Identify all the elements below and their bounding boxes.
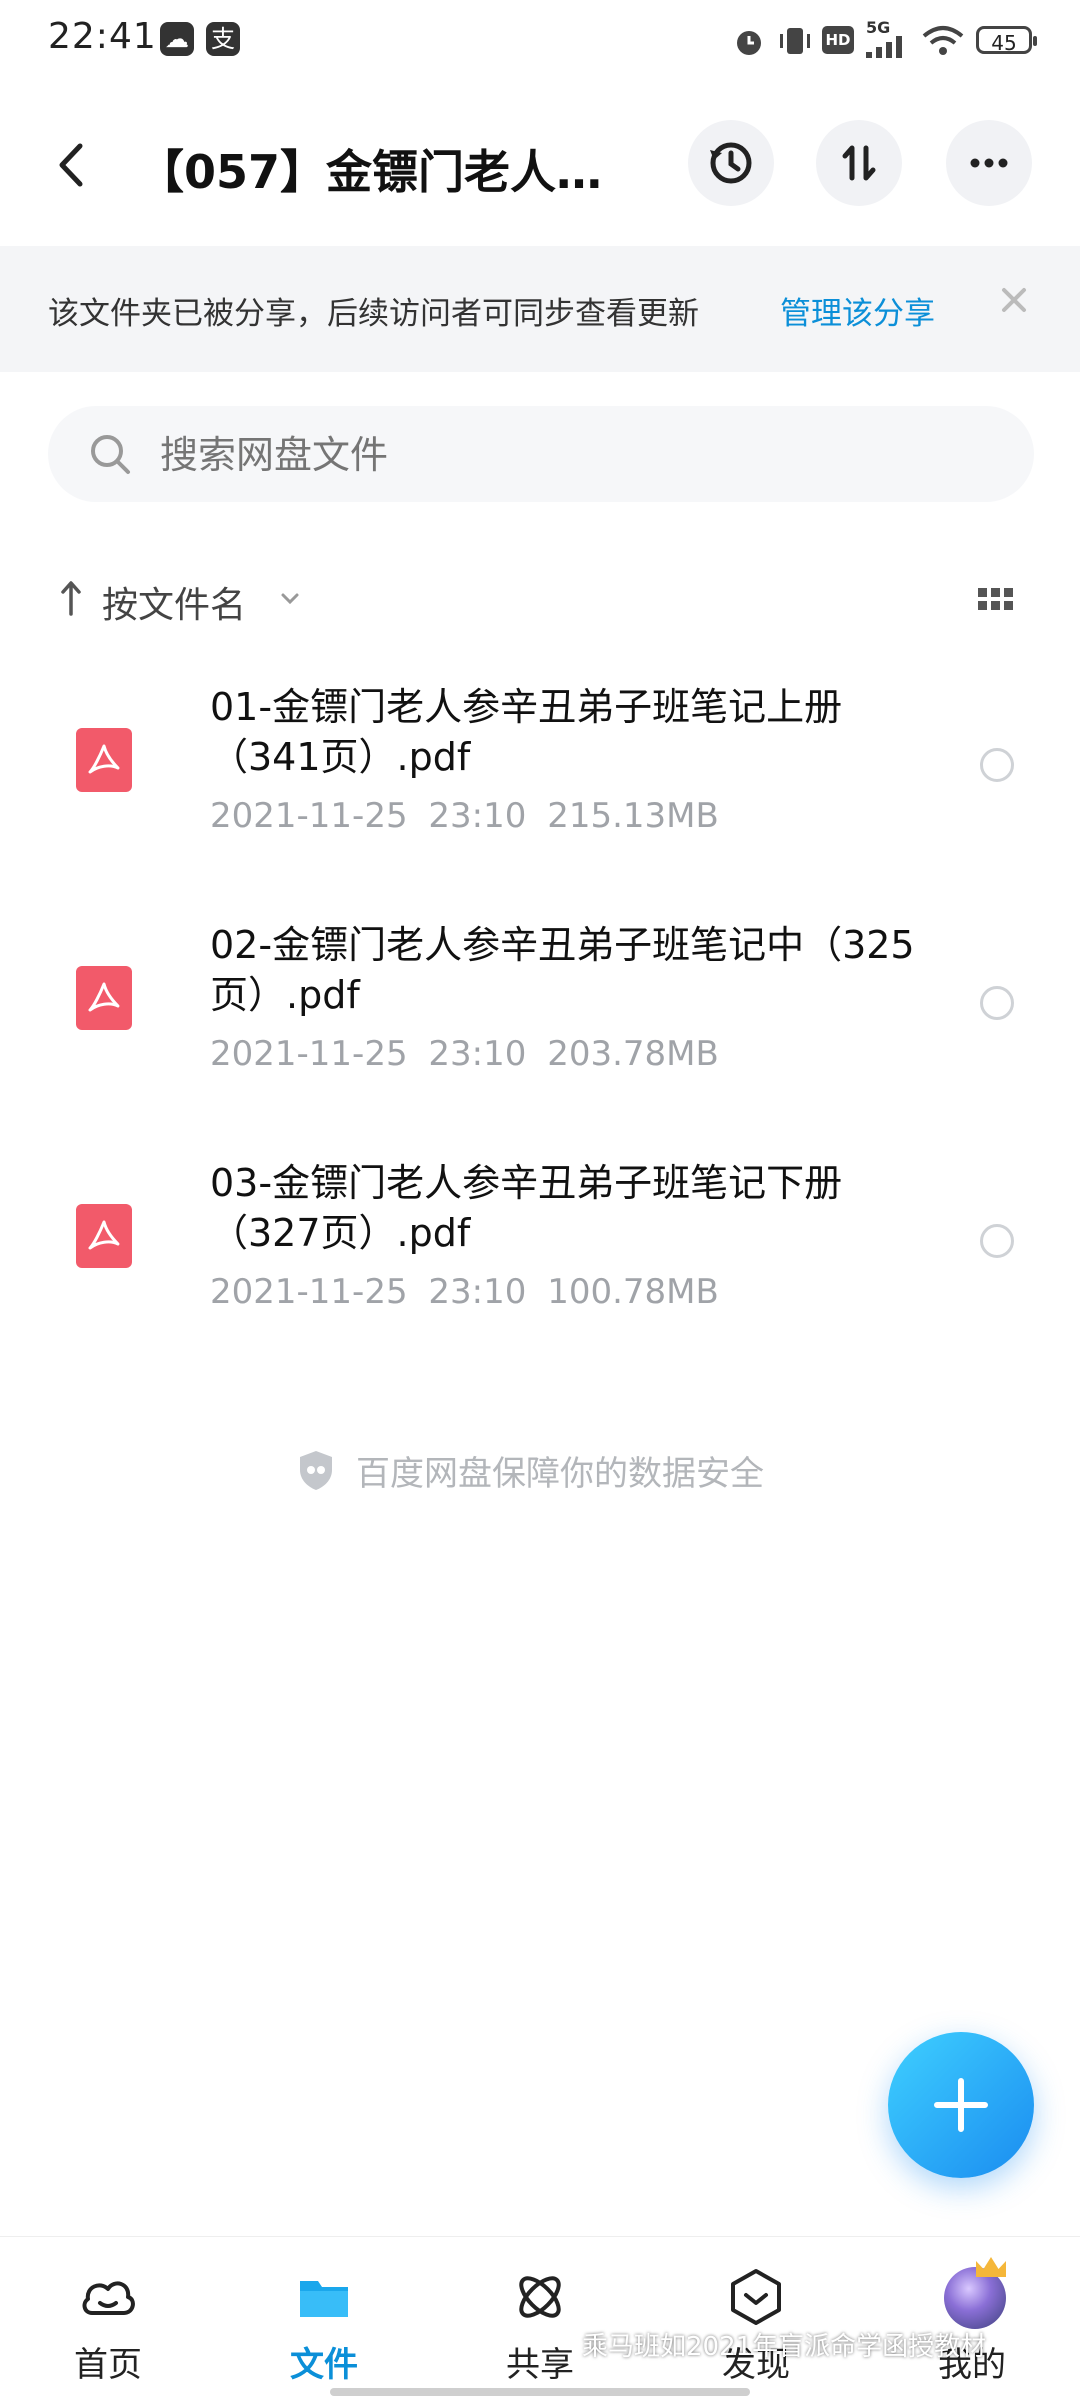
folder-icon — [300, 2281, 348, 2317]
signal-icon — [866, 36, 902, 58]
file-date: 2021-11-25 — [210, 1034, 408, 1074]
nav-label: 首页 — [74, 2345, 142, 2385]
vibrate-icon — [780, 28, 810, 54]
nav-home[interactable]: 首页 — [0, 2237, 216, 2401]
add-button[interactable] — [888, 2032, 1034, 2178]
more-icon — [970, 158, 1008, 168]
crown-icon — [976, 2257, 1006, 2277]
safety-text: 百度网盘保障你的数据安全 — [356, 1454, 764, 1494]
select-radio[interactable] — [980, 986, 1014, 1020]
wifi-icon — [922, 26, 964, 55]
alarm-icon — [737, 31, 761, 55]
nav-files[interactable]: 文件 — [216, 2237, 432, 2401]
manage-share-link[interactable]: 管理该分享 — [780, 288, 935, 333]
file-time: 23:10 — [428, 1272, 527, 1312]
watermark: 乘马班如2021年盲派命学函授教材 — [582, 2332, 987, 2362]
plus-icon — [934, 2078, 988, 2132]
file-size: 215.13MB — [547, 796, 719, 836]
file-date: 2021-11-25 — [210, 1272, 408, 1312]
safety-notice: 百度网盘保障你的数据安全 — [0, 1440, 1080, 1500]
file-date: 2021-11-25 — [210, 796, 408, 836]
hd-icon: HD — [822, 26, 854, 54]
network-type: 5G — [866, 18, 891, 37]
file-meta: 2021-11-25 23:10 100.78MB — [210, 1272, 719, 1312]
back-button[interactable] — [40, 130, 110, 200]
file-row[interactable]: 03-金镖门老人参辛丑弟子班笔记下册（327页）.pdf 2021-11-25 … — [0, 1122, 1080, 1360]
share-banner: 该文件夹已被分享，后续访问者可同步查看更新 管理该分享 — [0, 246, 1080, 372]
history-icon — [710, 142, 752, 184]
sort-bar: 按文件名 — [0, 570, 1080, 630]
share-atom-icon — [519, 2276, 561, 2318]
transfer-icon — [842, 145, 876, 181]
cloud-icon — [82, 2281, 135, 2315]
pdf-icon — [76, 1204, 132, 1268]
bottom-navigation: 首页 文件 共享 发现 我的 — [0, 2236, 1080, 2401]
file-meta: 2021-11-25 23:10 203.78MB — [210, 1034, 719, 1074]
battery-indicator: 45 — [976, 26, 1037, 55]
sort-label[interactable]: 按文件名 — [102, 576, 246, 628]
shield-icon — [300, 1451, 332, 1490]
select-radio[interactable] — [980, 1224, 1014, 1258]
search-bar[interactable] — [48, 406, 1034, 504]
pdf-icon — [76, 728, 132, 792]
file-time: 23:10 — [428, 1034, 527, 1074]
file-name: 02-金镖门老人参辛丑弟子班笔记中（325页）.pdf — [210, 923, 915, 1017]
chevron-left-icon — [59, 143, 83, 187]
nav-discover[interactable]: 发现 — [648, 2237, 864, 2401]
grid-view-icon[interactable] — [978, 584, 1014, 614]
chevron-down-icon[interactable] — [278, 590, 302, 608]
pdf-icon — [76, 966, 132, 1030]
file-time: 23:10 — [428, 796, 527, 836]
nav-label: 文件 — [290, 2345, 358, 2385]
search-icon — [91, 435, 130, 474]
discover-icon — [731, 2269, 781, 2325]
status-time: 22:41 — [48, 16, 157, 57]
alipay-icon: 支 — [206, 22, 240, 56]
home-indicator[interactable] — [330, 2388, 750, 2396]
search-input[interactable] — [158, 406, 982, 504]
share-banner-text: 该文件夹已被分享，后续访问者可同步查看更新 — [48, 296, 699, 332]
page-title: 【057】金镖门老人… — [138, 145, 603, 199]
transfer-button[interactable] — [816, 120, 902, 206]
file-name: 03-金镖门老人参辛丑弟子班笔记下册（327页）.pdf — [210, 1161, 843, 1255]
close-icon[interactable] — [996, 282, 1032, 318]
file-size: 100.78MB — [547, 1272, 719, 1312]
file-row[interactable]: 01-金镖门老人参辛丑弟子班笔记上册（341页）.pdf 2021-11-25 … — [0, 646, 1080, 884]
status-bar: 22:41 ☁ 支 HD 5G 45 — [0, 0, 1080, 82]
select-radio[interactable] — [980, 748, 1014, 782]
top-bar: 【057】金镖门老人… — [0, 100, 1080, 230]
file-row[interactable]: 02-金镖门老人参辛丑弟子班笔记中（325页）.pdf 2021-11-25 2… — [0, 884, 1080, 1122]
history-button[interactable] — [688, 120, 774, 206]
more-button[interactable] — [946, 120, 1032, 206]
sort-ascending-icon[interactable] — [56, 578, 86, 618]
file-size: 203.78MB — [547, 1034, 719, 1074]
nav-profile[interactable]: 我的 — [864, 2237, 1080, 2401]
nav-share[interactable]: 共享 — [432, 2237, 648, 2401]
file-name: 01-金镖门老人参辛丑弟子班笔记上册（341页）.pdf — [210, 685, 843, 779]
gallery-icon: ☁ — [160, 22, 194, 56]
file-meta: 2021-11-25 23:10 215.13MB — [210, 796, 719, 836]
